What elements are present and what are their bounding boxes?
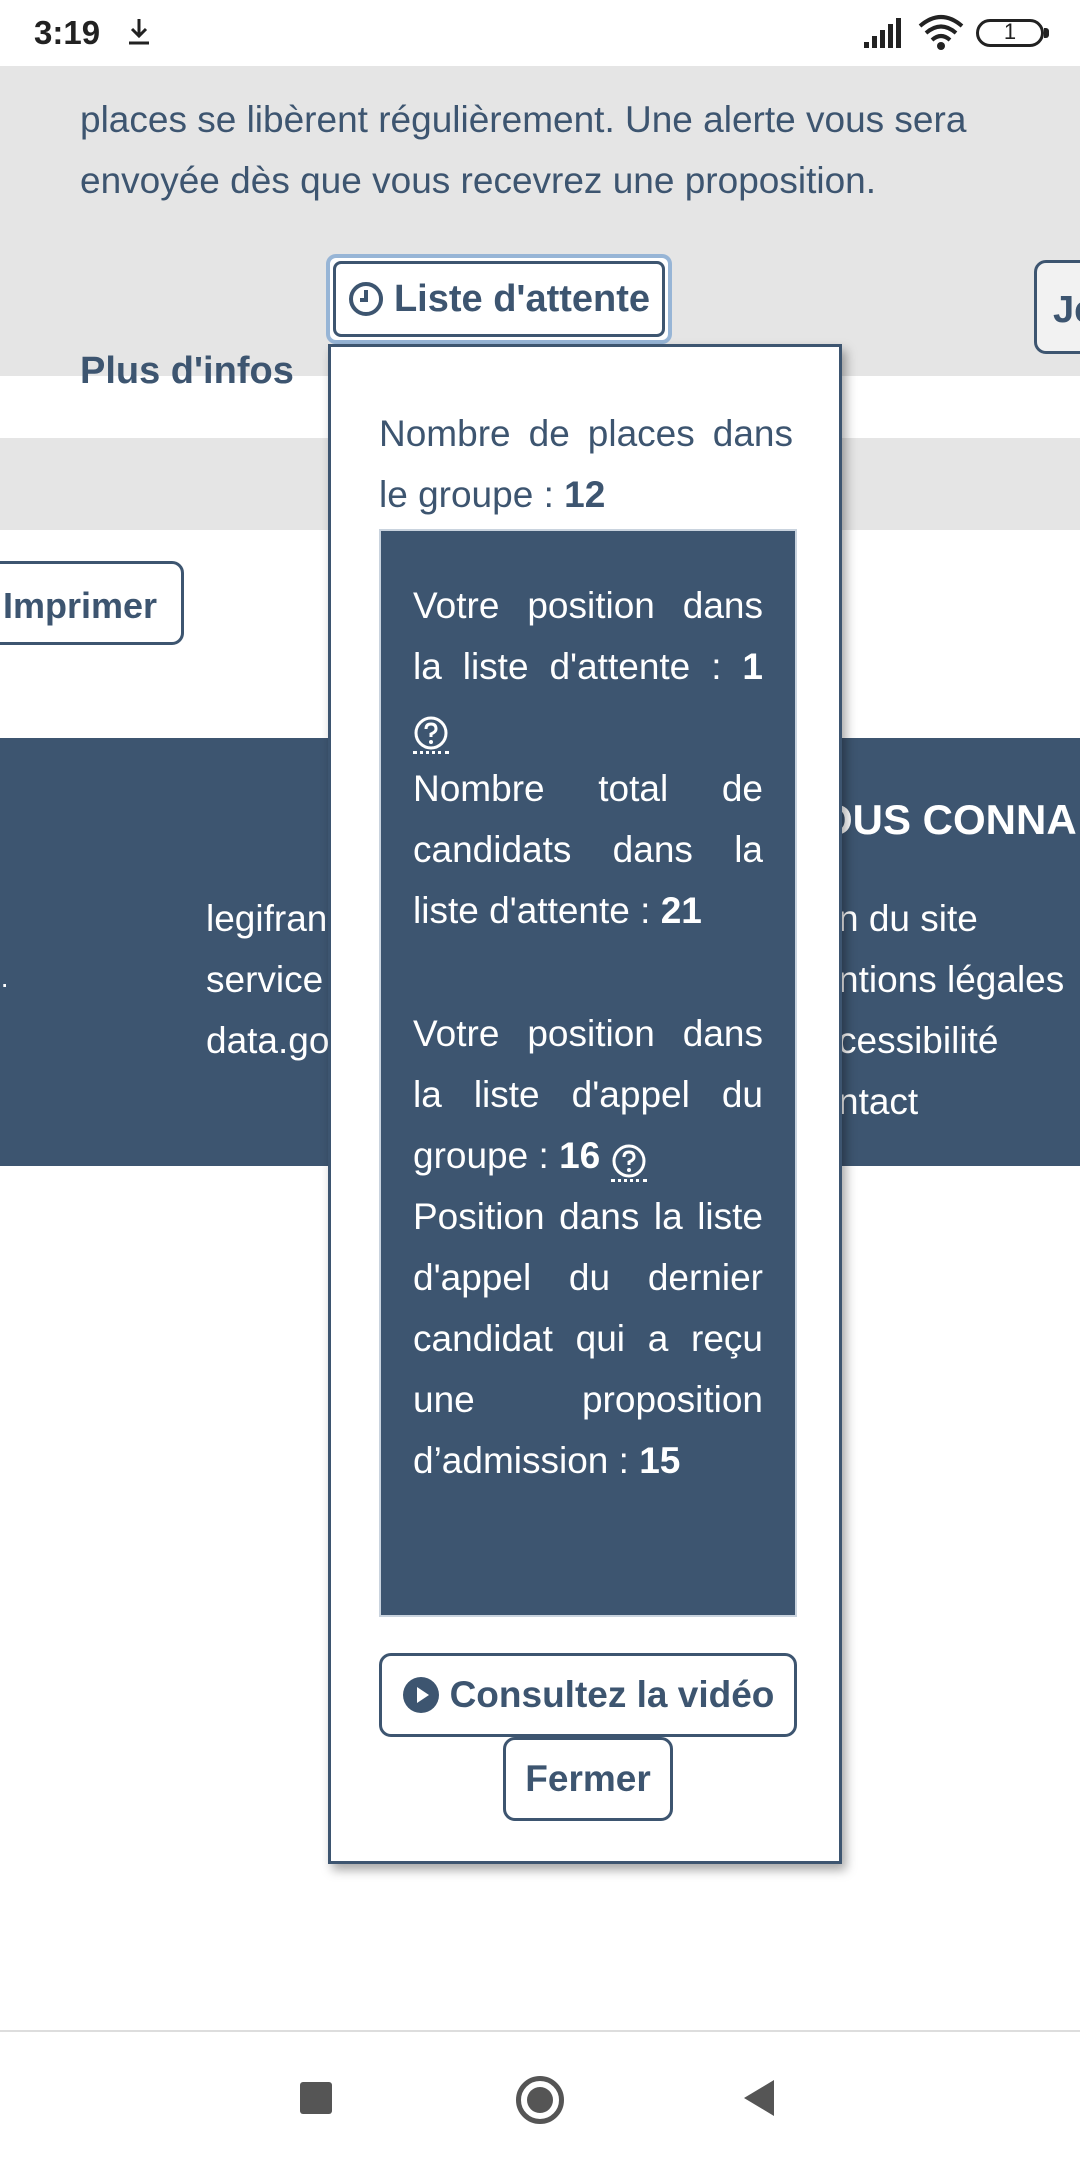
play-icon	[402, 1677, 439, 1713]
footer-links-left: legifran service data.go	[206, 888, 329, 1071]
clock-icon	[348, 282, 383, 316]
status-bar: 3:19 1	[0, 0, 1080, 66]
waitlist-button[interactable]: Liste d'attente	[326, 254, 672, 344]
waitlist-details: Votre position dans la liste d'attente :…	[379, 529, 797, 1617]
signal-icon	[864, 18, 901, 48]
waitlist-popover: Nombre de places dans le groupe : 12 Vot…	[328, 344, 842, 1864]
watch-video-button[interactable]: Consultez la vidéo	[379, 1653, 797, 1737]
nav-bar	[0, 2032, 1080, 2160]
help-icon[interactable]	[610, 1136, 647, 1183]
footer-link[interactable]: ntact	[838, 1071, 1064, 1132]
close-button[interactable]: Fermer	[503, 1737, 673, 1821]
waitlist-position-label: Votre position dans la liste d'attente :	[413, 585, 763, 687]
call-list-position: Votre position dans la liste d'appel du …	[413, 1003, 763, 1186]
side-button[interactable]: Je	[1034, 260, 1080, 354]
group-places: Nombre de places dans le groupe : 12	[379, 403, 793, 525]
battery-level: 1	[1003, 19, 1017, 44]
waitlist-button-inner: Liste d'attente	[333, 261, 665, 337]
close-button-label: Fermer	[525, 1758, 651, 1799]
footer-link[interactable]: data.go	[206, 1010, 329, 1071]
footer-link[interactable]: ntions légales	[838, 949, 1064, 1010]
print-button[interactable]: Imprimer	[0, 561, 184, 645]
waitlist-position: Votre position dans la liste d'attente :…	[413, 575, 763, 758]
back-icon[interactable]	[744, 2080, 774, 2116]
footer-links-right: n du site ntions légales cessibilité nta…	[838, 888, 1064, 1132]
footer-link[interactable]: n du site	[838, 888, 1064, 949]
home-icon-center	[527, 2087, 553, 2113]
total-candidates-value: 21	[660, 890, 702, 931]
status-time: 3:19	[34, 14, 101, 51]
more-info-label: Plus d'infos	[80, 350, 294, 392]
footer-link[interactable]: cessibilité	[838, 1010, 1064, 1071]
footer-link[interactable]: legifran	[206, 888, 329, 949]
last-candidate-value: 15	[639, 1440, 681, 1481]
footer-link[interactable]: service	[206, 949, 329, 1010]
recents-icon[interactable]	[300, 2082, 332, 2114]
battery-nub	[1044, 28, 1049, 38]
help-icon[interactable]	[413, 708, 449, 755]
watch-video-label: Consultez la vidéo	[449, 1674, 775, 1715]
total-candidates: Nombre total de candidats dans la liste …	[413, 758, 763, 941]
waitlist-position-value: 1	[742, 646, 763, 687]
wifi-icon	[918, 15, 964, 50]
footer-bullet: ·	[0, 968, 10, 999]
side-button-label: Je	[1053, 289, 1080, 331]
waitlist-button-label: Liste d'attente	[393, 277, 651, 320]
footer-heading: OUS CONNA	[820, 796, 1077, 843]
last-candidate-position: Position dans la liste d'appel du dernie…	[413, 1186, 763, 1491]
group-places-value: 12	[564, 474, 606, 515]
print-button-label: Imprimer	[3, 585, 158, 626]
call-list-position-value: 16	[559, 1135, 601, 1176]
waitlist-info-text: places se libèrent régulièrement. Une al…	[80, 99, 967, 201]
download-icon	[129, 19, 149, 45]
total-candidates-label: Nombre total de candidats dans la liste …	[413, 768, 763, 931]
last-candidate-label: Position dans la liste d'appel du dernie…	[413, 1196, 763, 1481]
battery-icon: 1	[976, 19, 1044, 47]
